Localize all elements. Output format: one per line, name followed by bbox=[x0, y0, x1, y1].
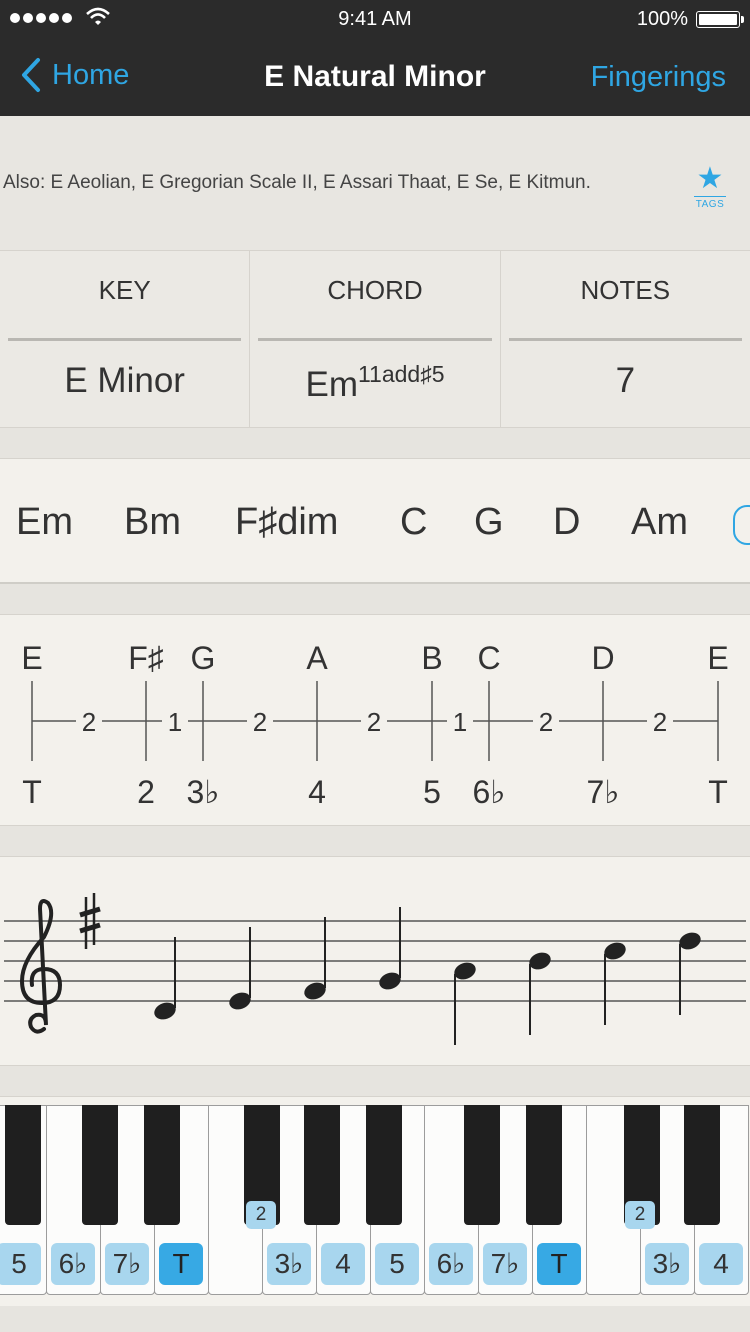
interval-note: E bbox=[21, 640, 42, 676]
key-degree-label: 7♭ bbox=[483, 1243, 527, 1285]
chord-value[interactable]: Em11add♯5 bbox=[250, 361, 499, 405]
chord-extension: 11add♯5 bbox=[357, 361, 445, 387]
interval-degree: 7♭ bbox=[587, 774, 620, 810]
status-bar: 9:41 AM 100% bbox=[0, 0, 750, 40]
piano-keys: 5 6♭ 7♭ T 3♭ 4 5 6♭ 7♭ T 3♭ 4 2 2 bbox=[0, 1105, 750, 1295]
key-degree-label: T bbox=[537, 1243, 581, 1285]
music-staff[interactable] bbox=[0, 856, 750, 1066]
top-bar: 9:41 AM 100% Home E Natural Minor Finger… bbox=[0, 0, 750, 116]
staff-lines bbox=[4, 920, 746, 1002]
black-key[interactable] bbox=[526, 1105, 562, 1225]
key-value: E Minor bbox=[64, 361, 185, 400]
key-header: KEY bbox=[8, 275, 242, 341]
interval-degree: 6♭ bbox=[473, 774, 506, 810]
interval-degree: 3♭ bbox=[187, 774, 220, 810]
notes-column: NOTES 7 bbox=[501, 251, 750, 427]
key-degree-label: 5 bbox=[375, 1243, 419, 1285]
key-degree-label: 3♭ bbox=[645, 1243, 689, 1285]
key-degree-label: 5 bbox=[0, 1243, 41, 1285]
key-column: KEY E Minor bbox=[0, 251, 251, 427]
interval-degree: T bbox=[708, 774, 728, 810]
black-key[interactable] bbox=[684, 1105, 720, 1225]
tags-button[interactable]: ★ TAGS bbox=[694, 164, 726, 210]
key-degree-label: 4 bbox=[321, 1243, 365, 1285]
star-icon: ★ bbox=[696, 162, 724, 195]
key-degree-label: 6♭ bbox=[429, 1243, 473, 1285]
interval-step: 2 bbox=[82, 707, 96, 737]
interval-note: A bbox=[306, 640, 328, 676]
interval-step: 2 bbox=[253, 707, 267, 737]
interval-svg: E F♯ G A B C D E 2 1 2 2 1 2 2 T 2 3♭ 4 … bbox=[21, 640, 728, 810]
battery-percent: 100% bbox=[636, 8, 688, 30]
notes-value: 7 bbox=[615, 361, 636, 400]
chord-item[interactable]: C bbox=[400, 501, 427, 544]
black-key[interactable] bbox=[144, 1105, 180, 1225]
chord-column: CHORD Em11add♯5 bbox=[250, 251, 501, 427]
interval-note: C bbox=[477, 640, 500, 676]
chord-item[interactable]: Bm bbox=[124, 501, 181, 544]
black-key-degree-label: 2 bbox=[625, 1201, 655, 1229]
chord-item[interactable]: D bbox=[553, 501, 580, 544]
black-key[interactable] bbox=[366, 1105, 402, 1225]
interval-note: E bbox=[707, 640, 728, 676]
tags-label: TAGS bbox=[694, 196, 726, 210]
black-key-degree-label: 2 bbox=[246, 1201, 276, 1229]
interval-note: F♯ bbox=[128, 640, 164, 676]
black-key[interactable] bbox=[82, 1105, 118, 1225]
navigation-bar: Home E Natural Minor Fingerings bbox=[0, 40, 750, 116]
key-degree-label: 3♭ bbox=[267, 1243, 311, 1285]
interval-step: 2 bbox=[653, 707, 667, 737]
interval-degree: 2 bbox=[137, 774, 155, 810]
chord-header: CHORD bbox=[258, 275, 492, 341]
interval-degree: 4 bbox=[308, 774, 326, 810]
chord-base: Em bbox=[305, 365, 358, 404]
interval-step: 2 bbox=[539, 707, 553, 737]
interval-note: B bbox=[421, 640, 442, 676]
chord-item[interactable]: Am bbox=[631, 501, 688, 544]
battery-icon bbox=[696, 11, 744, 28]
interval-diagram: E F♯ G A B C D E 2 1 2 2 1 2 2 T 2 3♭ 4 … bbox=[0, 614, 750, 826]
key-degree-label: 6♭ bbox=[51, 1243, 95, 1285]
black-key[interactable] bbox=[304, 1105, 340, 1225]
chord-item[interactable]: G bbox=[474, 501, 504, 544]
interval-step: 1 bbox=[453, 707, 467, 737]
also-known-as-section: Also: E Aeolian, E Gregorian Scale II, E… bbox=[0, 116, 750, 250]
staff-notes bbox=[154, 907, 701, 1045]
also-known-as-text: Also: E Aeolian, E Gregorian Scale II, E… bbox=[3, 172, 591, 193]
interval-degree: 5 bbox=[423, 774, 441, 810]
notes-header: NOTES bbox=[508, 275, 742, 341]
black-key[interactable] bbox=[464, 1105, 500, 1225]
fingerings-button[interactable]: Fingerings bbox=[591, 61, 726, 94]
interval-step: 1 bbox=[168, 707, 182, 737]
interval-degree: T bbox=[22, 774, 42, 810]
black-key[interactable] bbox=[5, 1105, 41, 1225]
bottom-padding bbox=[0, 1306, 750, 1332]
interval-note: D bbox=[591, 640, 614, 676]
scale-info-table: KEY E Minor CHORD Em11add♯5 NOTES 7 bbox=[0, 250, 750, 428]
interval-step: 2 bbox=[367, 707, 381, 737]
key-degree-label: 7♭ bbox=[105, 1243, 149, 1285]
key-degree-label: T bbox=[159, 1243, 203, 1285]
piano-keyboard[interactable]: 5 6♭ 7♭ T 3♭ 4 5 6♭ 7♭ T 3♭ 4 2 2 bbox=[0, 1096, 750, 1306]
chord-item[interactable]: Em bbox=[16, 501, 73, 544]
chord-strip[interactable]: Em Bm F♯dim C G D Am bbox=[0, 458, 750, 584]
key-degree-label: 4 bbox=[699, 1243, 743, 1285]
chord-item[interactable]: F♯dim bbox=[235, 501, 338, 544]
interval-note: G bbox=[191, 640, 216, 676]
staff-svg bbox=[4, 893, 746, 1045]
chord-more-icon[interactable] bbox=[733, 505, 750, 545]
